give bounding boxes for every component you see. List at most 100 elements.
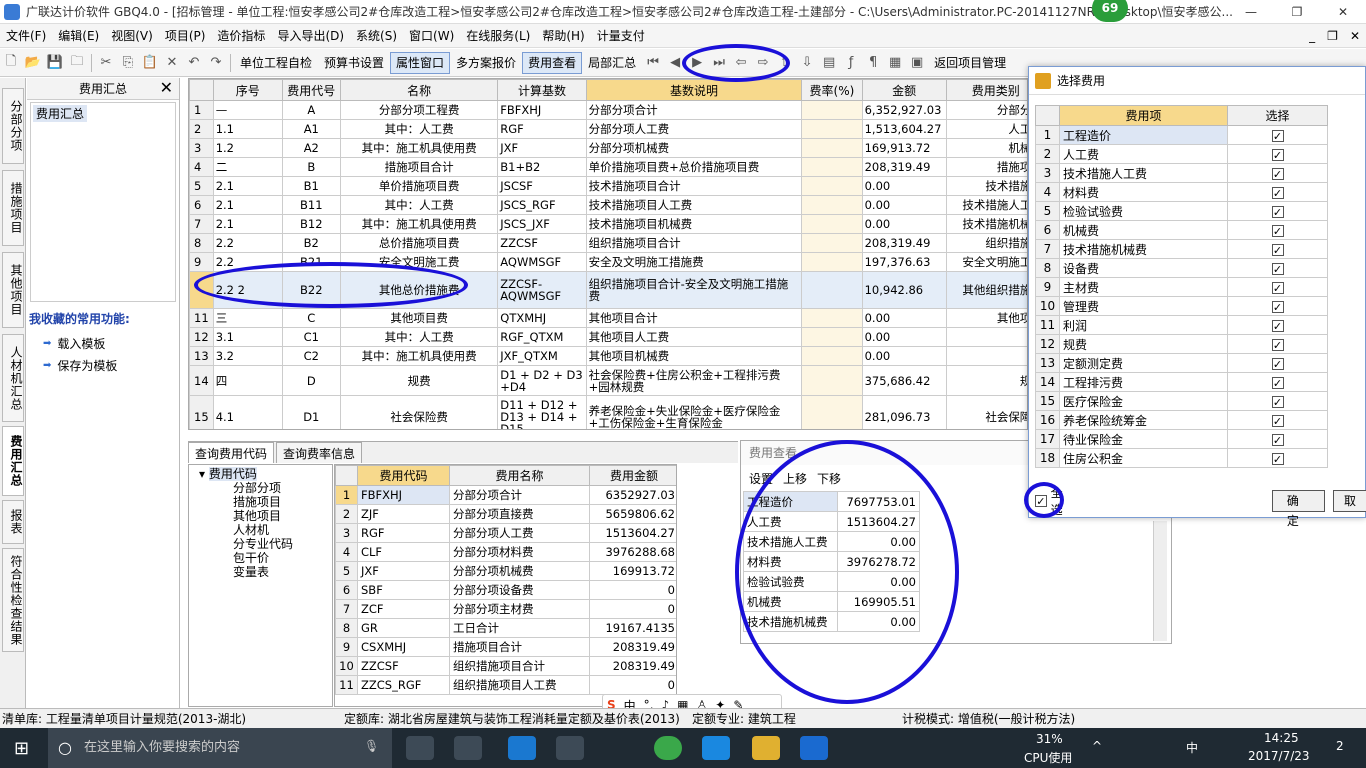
table-row[interactable]: 11三C其他项目费QTXMHJ其他项目合计0.00其他项目其他项目 [189, 308, 1027, 328]
tree-item[interactable]: 变量表 [199, 565, 332, 579]
table-cell[interactable]: 分部分项材料费 [449, 542, 590, 562]
tree-item[interactable]: 分专业代码 [199, 537, 332, 551]
partial-summary-button[interactable]: 局部汇总 [582, 52, 642, 74]
table-row[interactable]: 4 CLF 分部分项材料费 3976288.68 [335, 542, 676, 562]
table-cell[interactable]: JXF_QTXM [497, 346, 587, 366]
redo-icon[interactable]: ↷ [205, 52, 227, 74]
table-cell[interactable]: D11 + D12 + D13 + D14 + D15 [497, 395, 587, 429]
table-cell[interactable]: 其他项目机械费 [585, 346, 803, 366]
table-cell[interactable]: ZZCSF [497, 233, 587, 253]
table-cell[interactable]: A1 [281, 119, 341, 139]
col-header[interactable]: 基数说明 [585, 79, 803, 101]
table-cell[interactable]: 其中：人工费 [339, 119, 499, 139]
table-row[interactable]: 13 3.2 C2 其中：施工机具使用费 JXF_QTXM 其他项目机械费 0.00 [189, 346, 1027, 366]
table-cell[interactable]: A2 [281, 138, 341, 158]
table-cell[interactable]: 1513604.27 [589, 523, 676, 543]
table-cell[interactable]: 5 [335, 561, 358, 581]
table-cell[interactable] [801, 195, 863, 215]
tab-report[interactable]: 报表 [2, 500, 24, 544]
table-cell[interactable]: 三 [212, 308, 283, 328]
table-cell[interactable]: 技术措施机械费 [945, 214, 1027, 234]
table-row[interactable]: 3 RGF 分部分项人工费 1513604.27 [335, 523, 676, 543]
table-cell[interactable]: 其他项目人工费 [585, 327, 803, 347]
table-cell[interactable]: 9 [335, 637, 358, 657]
table-cell[interactable]: FBFXHJ [357, 485, 450, 505]
table-cell[interactable]: SBF [357, 580, 450, 600]
fee-option-row[interactable]: 18 住房公积金 ✓ [1035, 448, 1328, 468]
fee-option-row[interactable]: 16 养老保险统筹金 ✓ [1035, 410, 1328, 430]
table-cell[interactable]: 分部分项工程费 [339, 100, 499, 120]
table-cell[interactable] [945, 346, 1027, 366]
notification-icon[interactable]: 2 [1336, 739, 1344, 753]
table-cell[interactable]: 分部分项主材费 [449, 599, 590, 619]
table-cell[interactable] [801, 214, 863, 234]
browser-icon[interactable] [654, 736, 682, 760]
menu-help[interactable]: 帮助(H) [536, 27, 590, 44]
table-cell[interactable]: ZZCSF-AQWMSGF [497, 271, 587, 309]
table-cell[interactable]: 6 [335, 580, 358, 600]
vertical-scrollbar[interactable] [1153, 521, 1167, 641]
glodon-app-icon[interactable] [752, 736, 780, 760]
table-cell[interactable]: 3 [335, 523, 358, 543]
table-cell[interactable]: 分部分项机械费 [449, 561, 590, 581]
table-cell[interactable] [801, 119, 863, 139]
task-view-icon[interactable] [406, 736, 434, 760]
fee-option-row[interactable]: 2 人工费 ✓ [1035, 144, 1328, 164]
table-cell[interactable]: 0.00 [861, 327, 947, 347]
fee-option-row[interactable]: 3 技术措施人工费 ✓ [1035, 163, 1328, 183]
save-template-link[interactable]: ➡ 保存为模板 [27, 355, 179, 377]
table-cell[interactable]: B11 [281, 195, 341, 215]
cut-icon[interactable]: ✂ [95, 52, 117, 74]
table-cell[interactable]: 10,942.86 [861, 271, 947, 309]
table-cell[interactable]: 4 [335, 542, 358, 562]
taskbar-search[interactable]: 在这里输入你要搜索的内容 [48, 728, 392, 768]
glodon-icon[interactable] [800, 736, 828, 760]
mdi-restore[interactable]: ❐ [1321, 29, 1344, 43]
edge-icon[interactable] [508, 736, 536, 760]
table-cell[interactable]: 分部分项合计 [449, 485, 590, 505]
table-cell[interactable]: JXF [357, 561, 450, 581]
table-cell[interactable]: 其他组织措施费 [945, 271, 1027, 309]
tab-measures[interactable]: 措施项目 [2, 170, 24, 246]
table-cell[interactable]: 5659806.62 [589, 504, 676, 524]
table-cell[interactable]: 社会保障费 [945, 395, 1027, 429]
grid-icon[interactable]: ▦ [884, 52, 906, 74]
table-cell[interactable]: 19167.4135 [589, 618, 676, 638]
table-cell[interactable]: RGF_QTXM [497, 327, 587, 347]
table-cell[interactable]: 分部分项设备费 [449, 580, 590, 600]
table-cell[interactable]: 措施项目合计 [339, 157, 499, 177]
table-cell[interactable]: B [281, 157, 341, 177]
table-cell[interactable]: 1.1 [212, 119, 283, 139]
col-header[interactable]: 金额 [861, 79, 947, 101]
fee-option-checkbox[interactable]: ✓ [1271, 262, 1284, 275]
table-cell[interactable]: 其中：人工费 [339, 327, 499, 347]
table-cell[interactable]: A [281, 100, 341, 120]
delete-icon[interactable]: ✕ [161, 52, 183, 74]
fee-option-checkbox[interactable]: ✓ [1271, 205, 1284, 218]
table-cell[interactable]: 分部分项人工费 [585, 119, 803, 139]
table-cell[interactable]: 208319.49 [589, 637, 676, 657]
table-cell[interactable]: 技术措施项目合计 [585, 176, 803, 196]
table-cell[interactable]: 8 [335, 618, 358, 638]
paragraph-icon[interactable]: ¶ [862, 52, 884, 74]
minimize-button[interactable]: — [1228, 0, 1274, 24]
table-cell[interactable]: B2 [281, 233, 341, 253]
table-cell[interactable]: 技术措施项目人工费 [585, 195, 803, 215]
fee-option-row[interactable]: 7 技术措施机械费 ✓ [1035, 239, 1328, 259]
table-cell[interactable]: 组织措施项目合计-安全及文明施工措施费 [585, 271, 803, 309]
table-cell[interactable]: 安全文明施工费 [945, 252, 1027, 272]
table-cell[interactable]: AQWMSGF [497, 252, 587, 272]
tab-query-fee-code[interactable]: 查询费用代码 [188, 442, 275, 463]
table-row[interactable]: 7 ZCF 分部分项主材费 0 [335, 599, 676, 619]
table-cell[interactable]: 2.1 [212, 176, 283, 196]
table-cell[interactable]: 其中：施工机具使用费 [339, 138, 499, 158]
microphone-icon[interactable]: 🎙 [364, 739, 379, 753]
fee-option-row[interactable]: 11 利润 ✓ [1035, 315, 1328, 335]
table-cell[interactable]: 机械费 [945, 138, 1027, 158]
app-taskbar-icon[interactable] [454, 736, 482, 760]
table-cell[interactable]: 0.00 [861, 195, 947, 215]
new-icon[interactable]: 🗋 [0, 52, 22, 74]
back-project-button[interactable]: 返回项目管理 [928, 52, 1012, 74]
table-row[interactable]: 15 4.1 D1 社会保险费 D11 + D12 + D13 + D14 + D15 养… [189, 395, 1027, 429]
table-cell[interactable]: 规费 [339, 365, 499, 396]
